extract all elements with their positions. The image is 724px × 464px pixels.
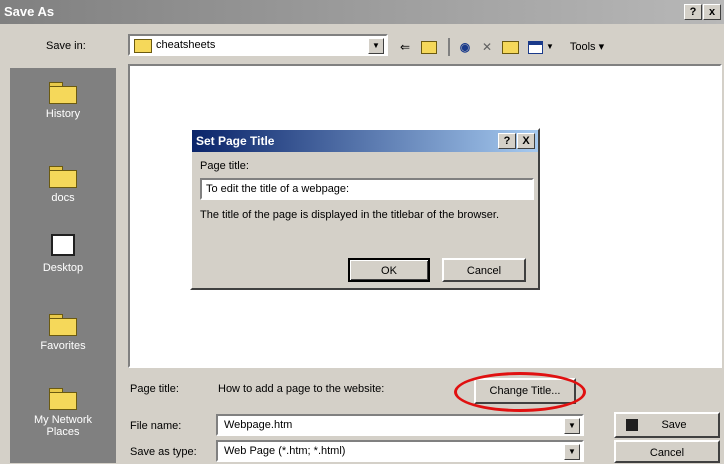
save-type-dropdown[interactable]: Web Page (*.htm; *.html) ▼	[216, 440, 584, 462]
dialog-close-button[interactable]: X	[517, 133, 535, 149]
save-disk-icon	[626, 419, 638, 431]
views-dropdown-icon[interactable]: ▼	[544, 38, 556, 56]
places-item-favorites[interactable]: Favorites	[10, 314, 116, 352]
new-folder-icon[interactable]	[500, 38, 520, 56]
dialog-cancel-button[interactable]: Cancel	[442, 258, 526, 282]
network-places-icon	[49, 388, 77, 410]
page-title-label: Page title:	[130, 383, 179, 395]
places-item-network[interactable]: My Network Places	[10, 388, 116, 438]
dialog-field-label: Page title:	[200, 160, 249, 172]
save-in-label: Save in:	[46, 40, 86, 52]
history-folder-icon	[49, 82, 77, 104]
file-name-value: Webpage.htm	[224, 419, 293, 431]
places-item-label: Desktop	[42, 262, 84, 274]
save-as-window: Save As ? x Save in: cheatsheets ▼ ⇐ ◉ ✕…	[0, 0, 724, 463]
places-bar: History docs Desktop Favorites My Networ…	[10, 68, 116, 463]
tools-menu[interactable]: Tools ▾	[562, 38, 612, 56]
dialog-help-button[interactable]: ?	[498, 133, 516, 149]
save-type-value: Web Page (*.htm; *.html)	[224, 445, 346, 457]
page-title-input-value: To edit the title of a webpage:	[206, 183, 350, 195]
window-title: Save As	[4, 4, 55, 19]
save-button[interactable]: Save	[614, 412, 720, 438]
help-button[interactable]: ?	[684, 4, 702, 20]
close-button[interactable]: x	[703, 4, 721, 20]
cancel-button[interactable]: Cancel	[614, 440, 720, 463]
save-type-label: Save as type:	[130, 446, 197, 458]
page-title-value: How to add a page to the website:	[218, 383, 385, 395]
desktop-icon	[51, 234, 75, 256]
places-item-label: My Network Places	[33, 414, 93, 438]
set-page-title-dialog: Set Page Title ? X Page title: To edit t…	[190, 128, 540, 290]
places-item-history[interactable]: History	[10, 82, 116, 120]
file-name-input[interactable]: Webpage.htm ▼	[216, 414, 584, 436]
chevron-down-icon[interactable]: ▼	[564, 444, 580, 460]
chevron-down-icon[interactable]: ▼	[368, 38, 384, 54]
places-item-desktop[interactable]: Desktop	[10, 234, 116, 274]
search-web-icon[interactable]: ◉	[456, 38, 474, 56]
dialog-title: Set Page Title	[196, 134, 275, 148]
places-item-label: Favorites	[40, 340, 86, 352]
chevron-down-icon[interactable]: ▼	[564, 418, 580, 434]
title-bar: Save As ? x	[0, 0, 724, 24]
places-item-docs[interactable]: docs	[10, 166, 116, 204]
annotation-circle	[454, 372, 586, 412]
favorites-folder-icon	[49, 314, 77, 336]
page-title-input[interactable]: To edit the title of a webpage:	[200, 178, 534, 200]
delete-icon[interactable]: ✕	[478, 38, 496, 56]
dialog-description: The title of the page is displayed in th…	[200, 209, 500, 221]
folder-icon	[134, 38, 152, 53]
save-in-dropdown[interactable]: cheatsheets ▼	[128, 34, 388, 56]
dialog-title-bar: Set Page Title ? X	[192, 130, 538, 152]
toolbar-separator	[448, 38, 450, 56]
back-arrow-icon[interactable]: ⇐	[396, 38, 414, 56]
places-item-label: docs	[51, 192, 75, 204]
ok-button[interactable]: OK	[348, 258, 430, 282]
places-item-label: History	[45, 108, 81, 120]
file-name-label: File name:	[130, 420, 182, 432]
views-icon[interactable]	[526, 38, 544, 56]
save-in-value: cheatsheets	[156, 39, 216, 51]
up-folder-icon[interactable]	[420, 38, 438, 56]
docs-folder-icon	[49, 166, 77, 188]
